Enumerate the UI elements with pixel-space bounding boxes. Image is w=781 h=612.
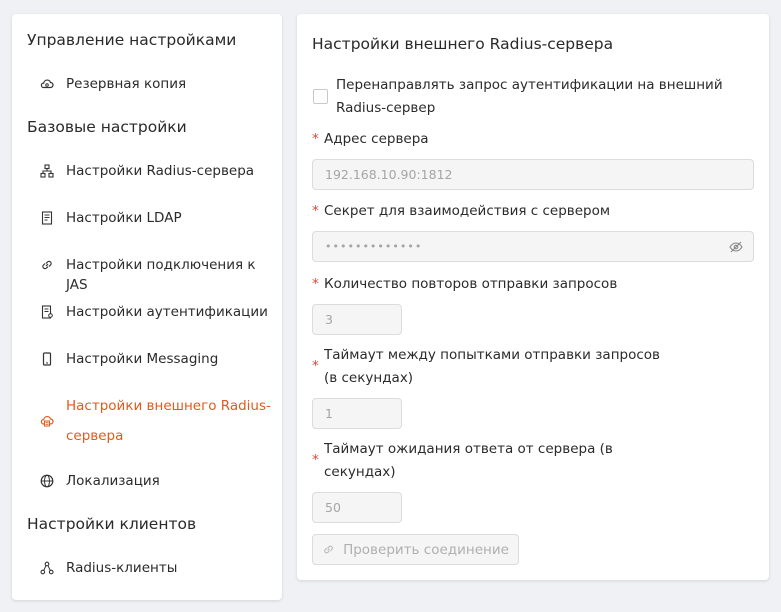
sidebar-item-messaging[interactable]: Настройки Messaging bbox=[40, 349, 276, 369]
required-mark: * bbox=[312, 131, 319, 147]
settings-sidebar: Управление настройками Резервная копия Б… bbox=[12, 14, 282, 600]
sidebar-item-external-radius[interactable]: Настройки внешнего Radius-сервера bbox=[40, 398, 276, 451]
network-icon bbox=[40, 164, 54, 178]
sidebar-item-label: Резервная копия bbox=[66, 76, 187, 92]
section-title-client-settings: Настройки клиентов bbox=[27, 515, 197, 533]
sidebar-item-jas-connection[interactable]: Настройки подключения к JAS bbox=[40, 255, 276, 295]
check-connection-label: Проверить соединение bbox=[343, 541, 509, 558]
retry-timeout-label: * Таймаут между попытками отправки запро… bbox=[312, 344, 660, 389]
sidebar-item-label: Radius-клиенты bbox=[66, 560, 178, 576]
server-address-input[interactable]: 192.168.10.90:1812 bbox=[312, 159, 754, 190]
secret-label: * Секрет для взаимодействия с сервером bbox=[312, 200, 610, 223]
sidebar-item-label: Настройки Radius-сервера bbox=[66, 163, 255, 179]
secret-label-text: Секрет для взаимодействия с сервером bbox=[324, 203, 611, 219]
sidebar-item-label: Настройки аутентификации bbox=[66, 304, 268, 320]
globe-icon bbox=[40, 474, 54, 488]
external-radius-settings-panel: Настройки внешнего Radius-сервера Перена… bbox=[297, 14, 769, 580]
retry-count-label-text: Количество повторов отправки запросов bbox=[324, 276, 618, 292]
retry-count-label: * Количество повторов отправки запросов bbox=[312, 273, 617, 296]
required-mark: * bbox=[312, 276, 319, 292]
response-timeout-label-line1: Таймаут ожидания ответа от сервера (в bbox=[324, 441, 613, 457]
server-address-label: * Адрес сервера bbox=[312, 128, 429, 151]
section-title-basic-settings: Базовые настройки bbox=[27, 118, 187, 136]
sidebar-item-ldap[interactable]: Настройки LDAP bbox=[40, 208, 276, 228]
response-timeout-label: * Таймаут ожидания ответа от сервера (в … bbox=[312, 438, 613, 483]
required-mark: * bbox=[312, 203, 319, 219]
section-title-settings-management: Управление настройками bbox=[27, 31, 237, 49]
server-address-label-text: Адрес сервера bbox=[324, 131, 429, 147]
auth-document-icon bbox=[41, 305, 53, 319]
cloud-server-icon bbox=[40, 415, 54, 427]
document-icon bbox=[41, 211, 53, 225]
retry-timeout-input[interactable]: 1 bbox=[312, 398, 402, 429]
sidebar-item-authentication[interactable]: Настройки аутентификации bbox=[40, 302, 276, 322]
required-mark: * bbox=[312, 358, 319, 375]
link-icon bbox=[324, 545, 333, 554]
retry-timeout-label-line2: (в секундах) bbox=[324, 369, 414, 386]
cloud-backup-icon bbox=[40, 79, 54, 89]
sidebar-item-label: Настройки Messaging bbox=[66, 351, 219, 367]
sidebar-item-localization[interactable]: Локализация bbox=[40, 471, 276, 491]
check-connection-button[interactable]: Проверить соединение bbox=[312, 534, 519, 565]
secret-value: ••••••••••••• bbox=[325, 240, 423, 253]
eye-hidden-icon[interactable] bbox=[729, 240, 743, 254]
response-timeout-input[interactable]: 50 bbox=[312, 492, 402, 523]
sidebar-item-radius-server[interactable]: Настройки Radius-сервера bbox=[40, 161, 276, 181]
sidebar-item-radius-clients[interactable]: Radius-клиенты bbox=[40, 558, 276, 578]
response-timeout-label-line2: секундах) bbox=[324, 463, 396, 480]
retry-count-input[interactable]: 3 bbox=[312, 304, 402, 335]
required-mark: * bbox=[312, 452, 319, 469]
page-title: Настройки внешнего Radius-сервера bbox=[312, 35, 614, 53]
redirect-auth-checkbox[interactable] bbox=[313, 89, 328, 104]
sidebar-item-label: Локализация bbox=[66, 473, 160, 489]
link-icon bbox=[42, 260, 52, 270]
phone-icon bbox=[42, 352, 52, 366]
sidebar-item-label: Настройки внешнего Radius-сервера bbox=[66, 398, 271, 444]
clients-icon bbox=[40, 561, 54, 575]
sidebar-item-backup[interactable]: Резервная копия bbox=[40, 74, 276, 94]
retry-timeout-label-line1: Таймаут между попытками отправки запросо… bbox=[324, 347, 660, 363]
sidebar-item-label: Настройки подключения к JAS bbox=[66, 257, 256, 293]
redirect-auth-label: Перенаправлять запрос аутентификации на … bbox=[336, 77, 723, 116]
secret-password-input[interactable]: ••••••••••••• bbox=[312, 231, 754, 262]
sidebar-item-label: Настройки LDAP bbox=[66, 210, 182, 226]
